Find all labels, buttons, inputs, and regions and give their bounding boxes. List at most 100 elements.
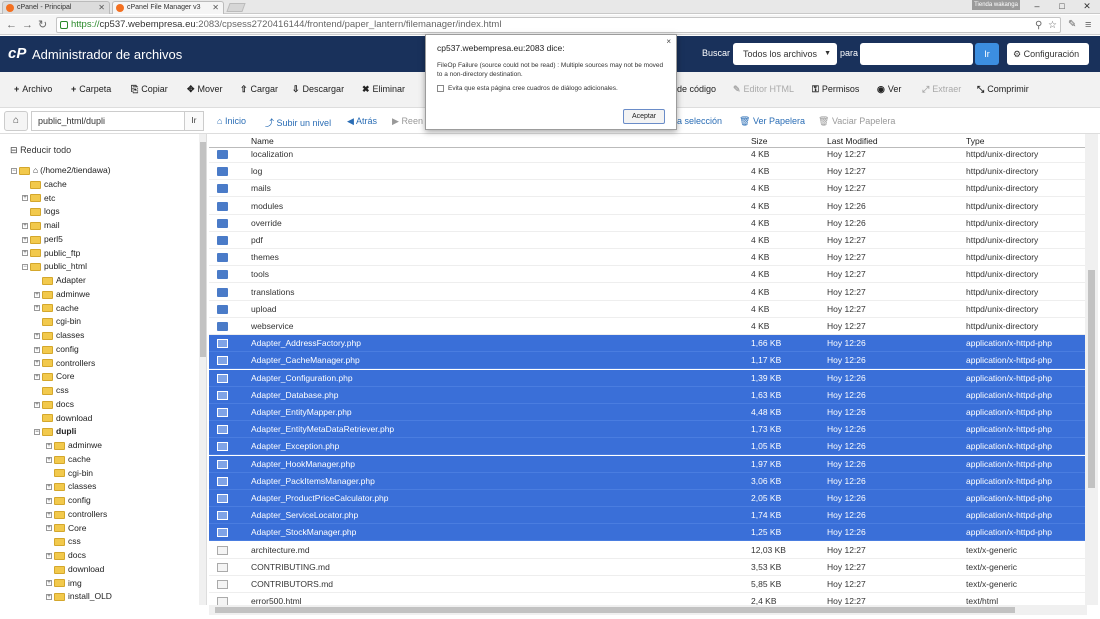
settings-button[interactable]: ⚙ Configuración (1007, 43, 1089, 65)
browser-menu-icon[interactable]: ≡ (1085, 18, 1091, 32)
table-horizontal-scrollbar[interactable] (209, 605, 1087, 615)
column-header-last-modified[interactable]: Last Modified (827, 136, 878, 146)
up-one-level-link[interactable]: ⤴ Subir un nivel (265, 116, 331, 129)
expand-node-icon[interactable]: + (34, 346, 40, 353)
code-editor-button[interactable]: de código (677, 84, 716, 94)
tree-node[interactable]: + docs (46, 549, 86, 562)
table-row[interactable]: Adapter_Database.php 1,63 KB Hoy 12:26 appl… (209, 386, 1089, 404)
tree-node[interactable]: + cache (34, 302, 79, 315)
tree-node[interactable]: − public_html (22, 260, 87, 273)
expand-node-icon[interactable]: + (22, 236, 28, 243)
expand-node-icon[interactable]: + (34, 332, 40, 339)
tree-node[interactable]: + config (46, 494, 91, 507)
tree-node[interactable]: + adminwe (46, 439, 102, 452)
table-row[interactable]: Adapter_ProductPriceCalculator.php 2,05 K… (209, 490, 1089, 507)
search-go-button[interactable]: Ir (975, 43, 999, 65)
table-hscroll-thumb[interactable] (215, 607, 1015, 613)
view-trash-link[interactable]: 🗑 Ver Papelera (739, 116, 805, 127)
tree-node[interactable]: + install_OLD (46, 590, 112, 603)
collapse-all-link[interactable]: ⊟ Reducir todo (10, 145, 71, 156)
tree-node[interactable]: cache (22, 178, 67, 191)
tree-node[interactable]: cgi-bin (46, 467, 93, 480)
tree-node[interactable]: + docs (34, 398, 74, 411)
maximize-window-button[interactable]: □ (1051, 0, 1073, 14)
permissions-button[interactable]: ⚿ Permisos (812, 84, 859, 95)
tree-node[interactable]: + perl5 (22, 233, 63, 246)
html-editor-button[interactable]: ✎ Editor HTML (733, 84, 794, 95)
home-icon[interactable]: ⌂ (4, 111, 28, 131)
suppress-dialogs-label[interactable]: Evita que esta página cree cuadros de di… (448, 85, 618, 92)
table-row[interactable]: override 4 KB Hoy 12:26 httpd/unix-director… (209, 215, 1089, 232)
tree-node[interactable]: − ⌂ (/home2/tiendawa) (11, 164, 111, 177)
tree-node[interactable]: + classes (46, 480, 96, 493)
table-row[interactable]: log 4 KB Hoy 12:27 httpd/unix-directory (209, 163, 1089, 181)
table-row[interactable]: webservice 4 KB Hoy 12:27 httpd/unix-direct… (209, 318, 1089, 335)
path-go-button[interactable]: Ir (184, 111, 204, 131)
table-row[interactable]: Adapter_ServiceLocator.php 1,74 KB Hoy 12:… (209, 507, 1089, 525)
tree-node[interactable]: cgi-bin (34, 315, 81, 328)
tree-node[interactable]: + controllers (46, 508, 107, 521)
table-row[interactable]: mails 4 KB Hoy 12:27 httpd/unix-directory (209, 180, 1089, 198)
back-link[interactable]: ◀ Atrás (347, 116, 377, 127)
tree-node[interactable]: + etc (22, 192, 55, 205)
table-row[interactable]: themes 4 KB Hoy 12:27 httpd/unix-directory (209, 249, 1089, 267)
close-window-button[interactable]: ✕ (1076, 0, 1098, 14)
forward-link[interactable]: ▶ Reen (392, 116, 423, 127)
download-button[interactable]: ⇩ Descargar (292, 84, 344, 95)
zoom-icon[interactable]: ⚲ (1035, 19, 1042, 33)
table-row[interactable]: pdf 4 KB Hoy 12:27 httpd/unix-directory (209, 232, 1089, 249)
table-row[interactable]: upload 4 KB Hoy 12:27 httpd/unix-directory (209, 301, 1089, 318)
tree-node[interactable]: download (34, 412, 92, 425)
search-scope-select[interactable]: Todos los archivos ▼ (733, 43, 837, 65)
tree-node[interactable]: Adapter (34, 274, 86, 287)
suppress-dialogs-checkbox[interactable] (437, 85, 444, 92)
url-field[interactable]: https://cp537.webempresa.eu:2083/cpsess2… (56, 17, 1061, 33)
tree-node[interactable]: + config (34, 343, 79, 356)
table-row[interactable]: Adapter_PackItemsManager.php 3,06 KB Hoy 1… (209, 472, 1089, 490)
table-vertical-scrollbar[interactable] (1085, 134, 1098, 605)
tree-scrollbar-thumb[interactable] (200, 142, 206, 357)
table-row[interactable]: Adapter_AddressFactory.php 1,66 KB Hoy 12:… (209, 335, 1089, 353)
expand-node-icon[interactable]: + (34, 374, 40, 380)
close-tab-icon[interactable]: ✕ (212, 2, 219, 14)
table-row[interactable]: Adapter_Configuration.php 1,39 KB Hoy 12:2… (209, 369, 1089, 387)
expand-node-icon[interactable]: + (46, 456, 52, 463)
expand-node-icon[interactable]: + (34, 291, 40, 298)
expand-node-icon[interactable]: + (46, 497, 52, 504)
table-row[interactable]: Adapter_Exception.php 1,05 KB Hoy 12:26 app… (209, 438, 1089, 456)
expand-node-icon[interactable]: + (46, 580, 52, 587)
tree-node[interactable]: download (46, 563, 104, 576)
expand-node-icon[interactable]: + (34, 360, 40, 367)
tree-node[interactable]: + Core (46, 522, 86, 535)
bookmark-star-icon[interactable]: ☆ (1048, 19, 1057, 33)
new-tab-button[interactable] (226, 3, 246, 12)
upload-button[interactable]: ⇧ Cargar (240, 84, 278, 95)
search-input[interactable] (860, 43, 973, 65)
tree-node[interactable]: + classes (34, 329, 84, 342)
table-row[interactable]: Adapter_StockManager.php 1,25 KB Hoy 12:26… (209, 524, 1089, 542)
browser-tab-cpanel-principal[interactable]: cPanel - Principal ✕ (2, 1, 110, 14)
tree-node[interactable]: css (46, 535, 81, 548)
expand-node-icon[interactable]: + (46, 484, 52, 490)
column-header-type[interactable]: Type (966, 136, 984, 146)
reload-icon[interactable]: ↻ (38, 18, 47, 32)
expand-node-icon[interactable]: + (46, 594, 52, 600)
tree-node[interactable]: + public_ftp (22, 247, 80, 260)
table-row[interactable]: error500.html 2,4 KB Hoy 12:27 text/html (209, 593, 1089, 605)
table-row[interactable]: Adapter_EntityMapper.php 4,48 KB Hoy 12:26… (209, 404, 1089, 421)
column-header-name[interactable]: Name (251, 136, 274, 146)
view-button[interactable]: ◉ Ver (877, 84, 901, 95)
collapse-node-icon[interactable]: − (11, 167, 17, 174)
collapse-node-icon[interactable]: − (34, 429, 40, 435)
browser-tab-file-manager[interactable]: cPanel File Manager v3 ✕ (112, 1, 224, 14)
table-scrollbar-thumb[interactable] (1088, 270, 1095, 488)
tree-scrollbar[interactable] (199, 134, 206, 605)
delete-button[interactable]: ✖ Eliminar (362, 84, 405, 95)
extract-button[interactable]: ⤢ Extraer (922, 84, 961, 95)
profile-badge[interactable]: Tienda wakanga (972, 0, 1020, 10)
tree-node[interactable]: css (34, 384, 69, 397)
tree-node[interactable]: + cache (46, 453, 91, 466)
expand-node-icon[interactable]: + (22, 222, 28, 229)
new-folder-button[interactable]: + Carpeta (71, 84, 111, 94)
table-row[interactable]: CONTRIBUTING.md 3,53 KB Hoy 12:27 text/x-ge… (209, 559, 1089, 576)
